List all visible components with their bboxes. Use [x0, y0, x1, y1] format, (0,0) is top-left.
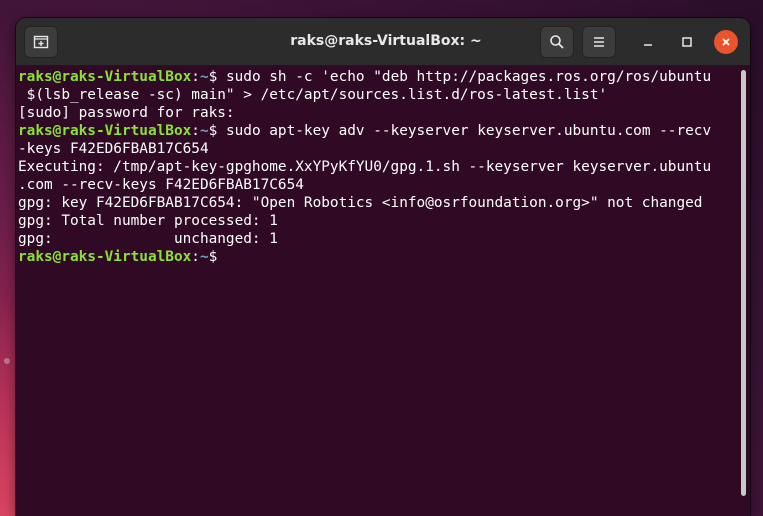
output-line: gpg: key F42ED6FBAB17C654: "Open Robotic…	[18, 194, 740, 212]
output-text: Executing: /tmp/apt-key-gpghome.XxYPyKfY…	[18, 159, 712, 175]
output-text: gpg: key F42ED6FBAB17C654: "Open Robotic…	[18, 195, 703, 211]
close-button[interactable]	[714, 30, 738, 54]
menu-button[interactable]	[582, 26, 616, 58]
prompt-symbol: $	[208, 69, 226, 85]
new-tab-button[interactable]	[24, 26, 58, 58]
prompt-separator: :	[191, 69, 200, 85]
output-line: [sudo] password for raks:	[18, 104, 740, 122]
prompt-line: raks@raks-VirtualBox:~$	[18, 248, 740, 266]
prompt-line: raks@raks-VirtualBox:~$ sudo sh -c 'echo…	[18, 68, 740, 86]
output-line: $(lsb_release -sc) main" > /etc/apt/sour…	[18, 86, 740, 104]
maximize-button[interactable]	[675, 30, 699, 54]
prompt-user: raks@raks-VirtualBox	[18, 123, 192, 139]
prompt-symbol: $	[208, 123, 226, 139]
output-line: gpg: Total number processed: 1	[18, 212, 740, 230]
output-line: Executing: /tmp/apt-key-gpghome.XxYPyKfY…	[18, 158, 740, 176]
prompt-path: ~	[199, 249, 209, 265]
command-text: sudo apt-key adv --keyserver keyserver.u…	[225, 123, 712, 139]
window-title: raks@raks-VirtualBox: ~	[290, 33, 482, 49]
output-text: .com --recv-keys F42ED6FBAB17C654	[18, 177, 304, 193]
output-text: [sudo] password for raks:	[18, 105, 235, 121]
output-text: -keys F42ED6FBAB17C654	[18, 141, 209, 157]
prompt-separator: :	[191, 123, 200, 139]
minimize-icon	[644, 44, 652, 46]
prompt-line: raks@raks-VirtualBox:~$ sudo apt-key adv…	[18, 122, 740, 140]
hamburger-menu-icon	[594, 37, 604, 47]
prompt-separator: :	[191, 249, 200, 265]
prompt-user: raks@raks-VirtualBox	[18, 69, 192, 85]
prompt-user: raks@raks-VirtualBox	[18, 249, 192, 265]
minimize-button[interactable]	[636, 30, 660, 54]
output-text: gpg: unchanged: 1	[18, 231, 278, 247]
search-icon	[550, 35, 564, 49]
maximize-icon	[682, 37, 692, 47]
desktop-dot	[4, 358, 10, 364]
output-line: -keys F42ED6FBAB17C654	[18, 140, 740, 158]
terminal-window: raks@raks-VirtualBox: ~ raks@raks-Virtua…	[16, 18, 750, 516]
search-button[interactable]	[540, 26, 574, 58]
output-line: gpg: unchanged: 1	[18, 230, 740, 248]
scrollbar[interactable]	[741, 70, 746, 496]
prompt-path: ~	[199, 123, 209, 139]
command-text: sudo sh -c 'echo "deb http://packages.ro…	[225, 69, 712, 85]
prompt-symbol: $	[208, 249, 226, 265]
terminal-output[interactable]: raks@raks-VirtualBox:~$ sudo sh -c 'echo…	[16, 66, 740, 516]
new-tab-icon	[33, 35, 49, 49]
prompt-path: ~	[199, 69, 209, 85]
titlebar: raks@raks-VirtualBox: ~	[16, 18, 750, 66]
output-text: $(lsb_release -sc) main" > /etc/apt/sour…	[18, 87, 608, 103]
output-line: .com --recv-keys F42ED6FBAB17C654	[18, 176, 740, 194]
close-icon	[722, 38, 730, 46]
output-text: gpg: Total number processed: 1	[18, 213, 278, 229]
